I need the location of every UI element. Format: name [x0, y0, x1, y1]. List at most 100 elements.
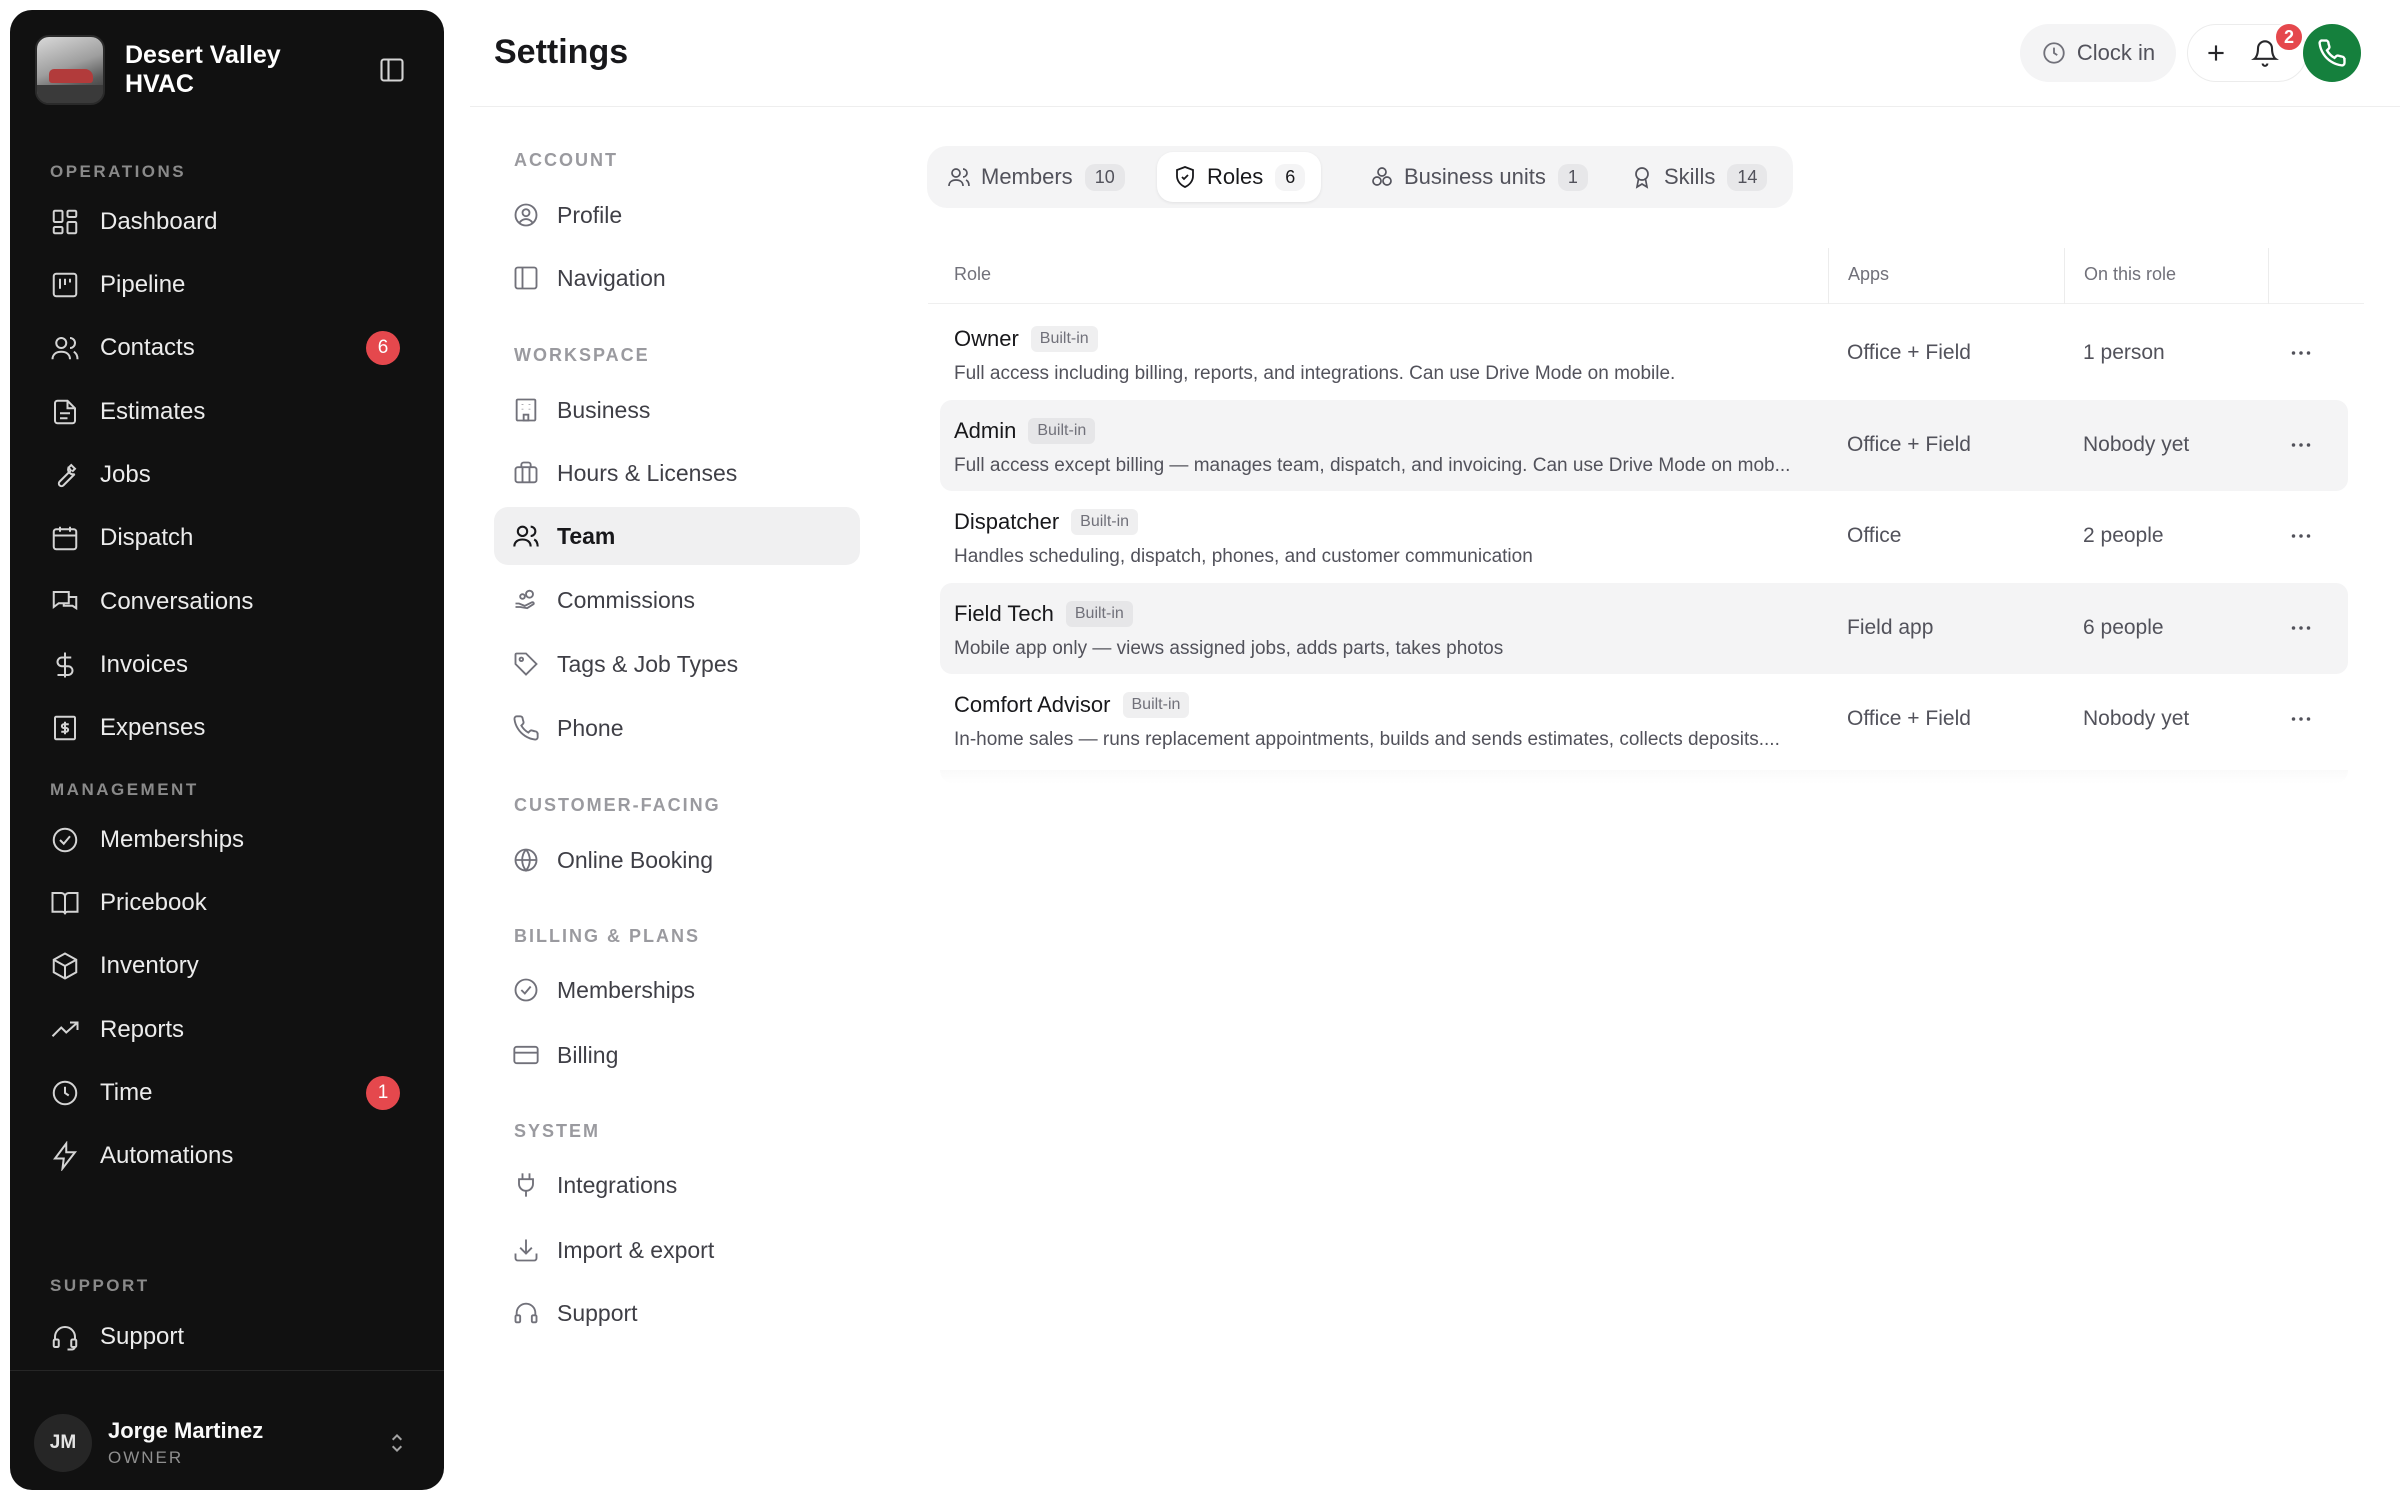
section-management: MANAGEMENT	[50, 780, 199, 799]
settings-section-system: SYSTEM	[514, 1121, 601, 1141]
more-horizontal-icon[interactable]	[2286, 704, 2316, 734]
plug-icon	[512, 1171, 540, 1199]
settings-nav-label: Phone	[557, 714, 624, 741]
settings-nav-label: Support	[557, 1299, 638, 1326]
document-icon	[50, 397, 80, 427]
trending-up-icon	[50, 1015, 80, 1045]
dashboard-icon	[50, 207, 80, 237]
settings-nav-integrations[interactable]: Integrations	[494, 1156, 860, 1214]
more-horizontal-icon[interactable]	[2286, 613, 2316, 643]
tab-label: Roles	[1207, 164, 1264, 189]
table-row[interactable]: Dispatcher Built-in Handles scheduling, d…	[940, 491, 2348, 583]
table-row[interactable]: Owner Built-in Full access including bill…	[940, 308, 2348, 400]
settings-section-billing-plans: BILLING & PLANS	[514, 926, 700, 946]
sidebar-item-support[interactable]: Support	[38, 1312, 418, 1362]
tab-roles[interactable]: Roles 6	[1157, 152, 1322, 202]
role-apps: Office + Field	[1847, 432, 1971, 456]
more-horizontal-icon[interactable]	[2286, 521, 2316, 551]
column-divider	[1828, 248, 1829, 304]
settings-nav-tags-job-types[interactable]: Tags & Job Types	[494, 635, 860, 693]
settings-nav-memberships[interactable]: Memberships	[494, 961, 860, 1019]
sidebar-item-expenses[interactable]: Expenses	[38, 703, 418, 753]
brand-logo	[35, 35, 105, 105]
settings-nav-label: Navigation	[557, 264, 666, 291]
settings-nav-label: Hours & Licenses	[557, 459, 738, 486]
role-name: Admin	[954, 417, 1017, 443]
phone-button[interactable]	[2303, 24, 2361, 82]
settings-nav-label: Online Booking	[557, 846, 713, 873]
more-horizontal-icon[interactable]	[2286, 338, 2316, 368]
table-row[interactable]: Comfort Advisor Built-in In-home sales — …	[940, 674, 2348, 766]
role-name: Owner	[954, 326, 1019, 351]
phone-icon	[2317, 38, 2347, 68]
sidebar-item-reports[interactable]: Reports	[38, 1005, 418, 1055]
role-description: Mobile app only — views assigned jobs, a…	[954, 637, 1504, 659]
sidebar-item-estimates[interactable]: Estimates	[38, 387, 418, 437]
sidebar-item-invoices[interactable]: Invoices	[38, 640, 418, 690]
sidebar-item-jobs[interactable]: Jobs	[38, 450, 418, 500]
sidebar-item-dashboard[interactable]: Dashboard	[38, 197, 418, 247]
column-role: Role	[954, 264, 992, 284]
phone-icon	[512, 714, 540, 742]
sidebar-item-pricebook[interactable]: Pricebook	[38, 878, 418, 928]
brand[interactable]: Desert Valley HVAC	[35, 34, 419, 106]
role-member-count: 2 people	[2083, 524, 2164, 547]
settings-nav-phone[interactable]: Phone	[494, 699, 860, 757]
settings-nav-label: Tags & Job Types	[557, 650, 739, 677]
sidebar-item-automations[interactable]: Automations	[38, 1131, 418, 1181]
built-in-badge: Built-in	[1065, 600, 1133, 627]
sidebar-item-time[interactable]: Time 1	[38, 1068, 418, 1118]
role-apps: Office + Field	[1847, 341, 1971, 364]
settings-nav-online-booking[interactable]: Online Booking	[494, 831, 860, 889]
settings-nav-profile[interactable]: Profile	[494, 186, 860, 244]
column-on-this-role: On this role	[2084, 264, 2177, 284]
sidebar-toggle-icon[interactable]	[378, 56, 406, 84]
more-horizontal-icon[interactable]	[2286, 430, 2316, 460]
tag-icon	[512, 650, 540, 678]
sidebar-item-label: Expenses	[100, 714, 206, 741]
page-title: Settings	[494, 33, 629, 71]
settings-nav-hours-licenses[interactable]: Hours & Licenses	[494, 444, 860, 502]
book-icon	[50, 888, 80, 918]
building-icon	[512, 396, 540, 424]
sidebar-item-inventory[interactable]: Inventory	[38, 941, 418, 991]
role-member-count: 6 people	[2083, 615, 2164, 639]
sidebar-item-dispatch[interactable]: Dispatch	[38, 513, 418, 563]
settings-nav-support[interactable]: Support	[494, 1284, 860, 1342]
sidebar-item-memberships[interactable]: Memberships	[38, 815, 418, 865]
users-icon	[947, 165, 971, 189]
role-description: In-home sales — runs replacement appoint…	[954, 729, 1780, 750]
shield-check-icon	[1173, 165, 1197, 189]
user-name: Jorge Martinez	[108, 1418, 264, 1443]
sidebar-item-conversations[interactable]: Conversations	[38, 577, 418, 627]
built-in-badge: Built-in	[1028, 417, 1096, 444]
badge-check-icon	[50, 825, 80, 855]
section-operations: OPERATIONS	[50, 162, 187, 181]
tab-members[interactable]: Members 10	[931, 152, 1141, 202]
settings-section-customer-facing: CUSTOMER-FACING	[514, 795, 721, 815]
headset-icon	[50, 1322, 80, 1352]
receipt-icon	[50, 713, 80, 743]
user-menu[interactable]: JM Jorge Martinez OWNER	[34, 1408, 420, 1478]
tab-business-units[interactable]: Business units 1	[1354, 152, 1604, 202]
role-description: Full access except billing — manages tea…	[954, 454, 1791, 476]
tab-label: Skills	[1664, 164, 1716, 189]
settings-nav-business[interactable]: Business	[494, 381, 860, 439]
settings-nav-billing[interactable]: Billing	[494, 1026, 860, 1084]
settings-nav-import-export[interactable]: Import & export	[494, 1221, 860, 1279]
badge-check-icon	[512, 976, 540, 1004]
table-row[interactable]: Field Tech Built-in Mobile app only — vie…	[940, 582, 2348, 674]
settings-nav-navigation[interactable]: Navigation	[494, 249, 860, 307]
sidebar-item-pipeline[interactable]: Pipeline	[38, 260, 418, 310]
table-row[interactable]: Admin Built-in Full access except billing…	[940, 399, 2348, 491]
settings-nav-commissions[interactable]: Commissions	[494, 571, 860, 629]
clock-in-button[interactable]: Clock in	[2020, 24, 2176, 82]
plus-icon[interactable]	[2203, 40, 2229, 66]
sidebar-item-label: Time	[100, 1079, 153, 1106]
settings-nav-team[interactable]: Team	[494, 507, 860, 565]
sidebar-item-label: Automations	[100, 1142, 234, 1169]
settings-section-workspace: WORKSPACE	[514, 345, 650, 365]
globe-icon	[512, 846, 540, 874]
sidebar-item-contacts[interactable]: Contacts 6	[38, 323, 418, 373]
tab-skills[interactable]: Skills 14	[1614, 152, 1783, 202]
